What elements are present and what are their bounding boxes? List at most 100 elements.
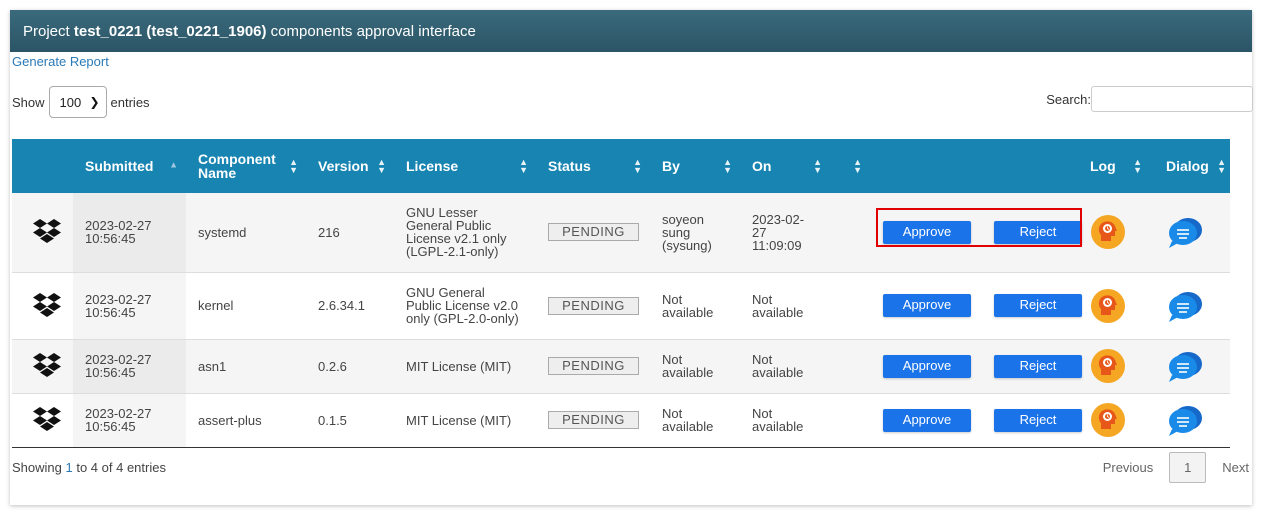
search-label: Search: [1046,91,1091,107]
project-name: test_0221 (test_0221_1906) [73,22,267,40]
entries-select[interactable]: 100 ❯ [48,86,107,118]
actions-cell: Approve Reject [870,272,1090,340]
sort-arrows-icon: ▲ ▼ [377,157,386,175]
reject-button[interactable]: Reject [994,294,1082,317]
component-icon-cell [12,193,73,273]
dialog-cell [1150,193,1230,273]
approve-button[interactable]: Approve [883,220,971,244]
component-name-cell: systemd [186,193,306,273]
col-icon-header [12,139,73,193]
component-icon-cell [12,272,73,340]
actions-cell: Approve Reject [870,193,1090,273]
length-menu: Show 100 ❯ entries [12,86,150,118]
status-cell: PENDING [536,393,650,448]
by-cell: Not available [650,393,740,448]
table-header-row: Submitted ▲ Component Name ▲ ▼ Version ▲ ▼ Li… [12,139,1230,193]
col-on[interactable]: On ▲ ▼ [740,139,830,193]
status-cell: PENDING [536,193,650,273]
by-cell: Not available [650,272,740,340]
status-cell: PENDING [536,272,650,340]
col-status[interactable]: Status ▲ ▼ [536,139,650,193]
dropbox-icon[interactable] [32,406,65,434]
dropbox-icon[interactable] [32,292,65,320]
component-name-cell: kernel [186,272,306,340]
by-cell: Not available [650,339,740,394]
on-cell: Not available [740,339,830,394]
log-icon[interactable] [1090,402,1142,438]
sort-arrows-icon: ▲ ▼ [1217,157,1226,175]
component-icon-cell [12,339,73,394]
on-cell: Not available [740,393,830,448]
next-button[interactable]: Next [1222,460,1249,475]
status-badge: PENDING [548,223,639,242]
chat-bubble-icon[interactable] [1166,215,1222,249]
component-icon-cell [12,393,73,448]
license-cell: GNU Lesser General Public License v2.1 o… [394,193,536,273]
approve-button[interactable]: Approve [883,294,971,317]
log-cell [1090,393,1150,448]
sort-arrows-icon: ▲ ▼ [1133,157,1142,175]
chevron-down-icon: ❯ [89,95,100,109]
chat-bubble-icon[interactable] [1166,403,1222,437]
blank-cell [830,393,870,448]
log-icon[interactable] [1090,214,1142,250]
by-cell: soyeon sung (sysung) [650,193,740,273]
reject-button[interactable]: Reject [994,354,1082,378]
col-by[interactable]: By ▲ ▼ [650,139,740,193]
table-info: Showing 1 to 4 of 4 entries [12,460,166,475]
panel-header: Project test_0221 (test_0221_1906) compo… [10,10,1252,52]
dropbox-icon[interactable] [32,218,65,246]
license-cell: MIT License (MIT) [394,339,536,394]
page-button-1[interactable]: 1 [1169,452,1207,483]
submitted-cell: 2023-02-27 10:56:45 [73,339,186,394]
pagination: Previous 1 Next [1103,452,1249,483]
log-icon[interactable] [1090,288,1142,324]
dialog-cell [1150,339,1230,394]
on-cell: 2023-02-27 11:09:09 [740,193,830,273]
submitted-cell: 2023-02-27 10:56:45 [73,272,186,340]
sort-asc-icon: ▲ [169,159,178,170]
col-blank[interactable]: ▲ ▼ [830,139,870,193]
col-version[interactable]: Version ▲ ▼ [306,139,394,193]
search-box: Search: [1046,86,1253,112]
log-icon[interactable] [1090,348,1142,384]
sort-arrows-icon: ▲ ▼ [633,157,642,175]
previous-button[interactable]: Previous [1103,460,1154,475]
chat-bubble-icon[interactable] [1166,349,1222,383]
sort-arrows-icon: ▲ ▼ [723,157,732,175]
table-row: 2023-02-27 10:56:45 assert-plus 0.1.5 MIT… [12,393,1230,448]
approve-button[interactable]: Approve [883,408,971,432]
col-component-name[interactable]: Component Name ▲ ▼ [186,139,306,193]
generate-report-link[interactable]: Generate Report [12,54,109,69]
col-dialog[interactable]: Dialog ▲ ▼ [1150,139,1230,193]
blank-cell [830,193,870,273]
reject-button[interactable]: Reject [994,220,1082,244]
header-prefix: Project [23,22,74,40]
version-cell: 0.1.5 [306,393,394,448]
approve-button[interactable]: Approve [883,354,971,378]
dialog-cell [1150,272,1230,340]
component-name-cell: asn1 [186,339,306,394]
col-submitted[interactable]: Submitted ▲ [73,139,186,193]
license-cell: MIT License (MIT) [394,393,536,448]
search-input[interactable] [1091,86,1253,112]
status-badge: PENDING [548,357,639,375]
show-label: Show [12,94,45,110]
reject-button[interactable]: Reject [994,408,1082,432]
sort-arrows-icon: ▲ ▼ [519,157,528,175]
header-suffix: components approval interface [266,22,476,40]
entries-select-value: 100 [59,94,82,110]
actions-cell: Approve Reject [870,393,1090,448]
col-license[interactable]: License ▲ ▼ [394,139,536,193]
version-cell: 2.6.34.1 [306,272,394,340]
dropbox-icon[interactable] [32,352,65,380]
status-badge: PENDING [548,296,639,315]
submitted-cell: 2023-02-27 10:56:45 [73,393,186,448]
components-table: Submitted ▲ Component Name ▲ ▼ Version ▲ ▼ Li… [12,139,1230,448]
chat-bubble-icon[interactable] [1166,289,1222,323]
col-log[interactable]: Log ▲ ▼ [1090,139,1150,193]
component-name-cell: assert-plus [186,393,306,448]
status-badge: PENDING [548,411,639,429]
entries-label: entries [110,94,150,110]
actions-cell: Approve Reject [870,339,1090,394]
